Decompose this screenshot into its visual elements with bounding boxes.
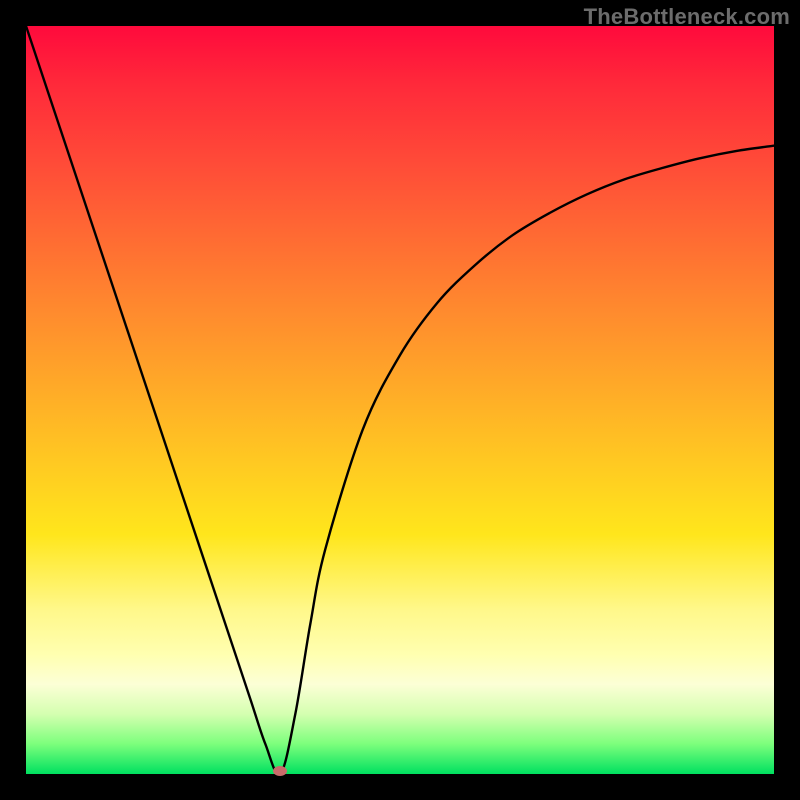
curve-svg bbox=[26, 26, 774, 774]
watermark-text: TheBottleneck.com bbox=[584, 4, 790, 30]
plot-area bbox=[26, 26, 774, 774]
bottleneck-curve-path bbox=[26, 26, 774, 774]
minimum-marker bbox=[273, 766, 287, 776]
